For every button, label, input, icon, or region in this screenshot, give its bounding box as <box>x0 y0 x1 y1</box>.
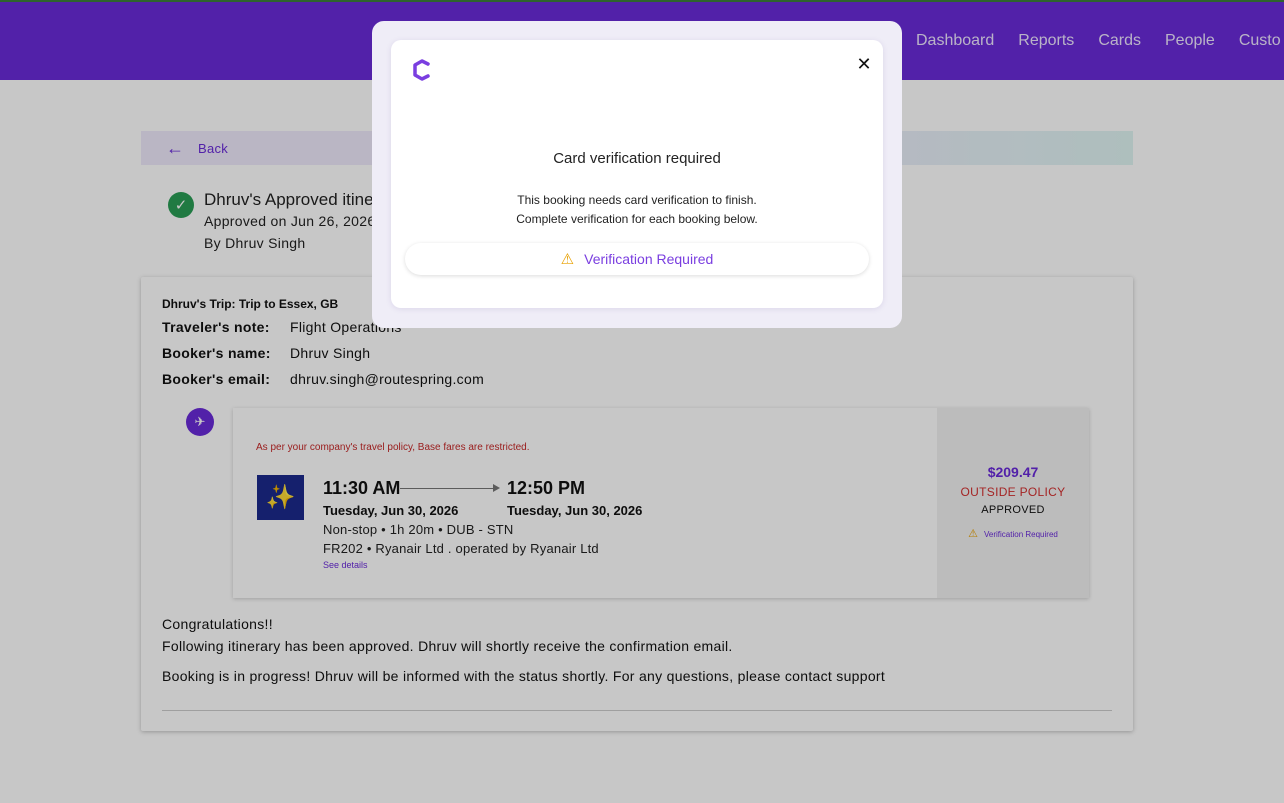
verification-required-button[interactable]: ⚠ Verification Required <box>405 243 869 275</box>
close-icon[interactable]: ✕ <box>856 55 872 73</box>
card-verification-modal: ✕ Card verification required This bookin… <box>391 40 883 308</box>
modal-body-line-2: Complete verification for each booking b… <box>516 212 758 226</box>
modal-body-line-1: This booking needs card verification to … <box>517 193 757 207</box>
modal-frame: ✕ Card verification required This bookin… <box>372 21 902 328</box>
brand-logo-icon <box>413 59 430 81</box>
modal-body: This booking needs card verification to … <box>391 191 883 229</box>
verification-button-label: Verification Required <box>584 251 714 267</box>
warning-icon: ⚠ <box>560 251 575 268</box>
modal-title: Card verification required <box>553 150 721 167</box>
